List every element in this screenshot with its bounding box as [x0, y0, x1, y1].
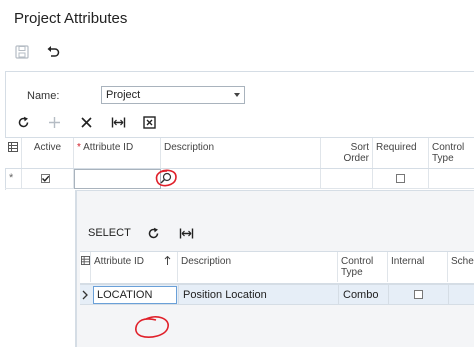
lower-col-description[interactable]: Description: [178, 252, 338, 282]
name-label: Name:: [27, 90, 60, 102]
row-description[interactable]: Position Location: [183, 289, 267, 301]
cell-divider: [388, 285, 389, 304]
lower-col-internal[interactable]: Internal: [388, 252, 448, 282]
col-required[interactable]: Required: [373, 138, 429, 168]
name-select-value: Project: [106, 89, 141, 101]
lower-grid-settings-cell[interactable]: [80, 252, 91, 282]
attribute-id-input[interactable]: [74, 169, 161, 189]
page-title: Project Attributes: [14, 10, 128, 27]
checkmark-icon: [42, 175, 50, 182]
top-grid-header: Active * Attribute ID Description Sort O…: [5, 137, 474, 169]
lower-grid-header: Attribute ID Description Control Type In…: [80, 251, 474, 284]
lower-grid-settings-icon[interactable]: [81, 256, 90, 265]
export-excel-icon[interactable]: [143, 116, 156, 129]
new-row-marker: *: [5, 169, 22, 189]
row-control-type[interactable]: Combo: [343, 289, 378, 301]
control-type-cell[interactable]: [429, 169, 474, 189]
col-description[interactable]: Description: [161, 138, 321, 168]
name-select[interactable]: Project: [101, 86, 245, 104]
lower-fit-columns-icon[interactable]: [179, 227, 194, 240]
grid-settings-cell[interactable]: [5, 138, 22, 168]
internal-checkbox[interactable]: [414, 290, 423, 299]
cell-divider: [338, 285, 339, 304]
select-button[interactable]: SELECT: [88, 227, 131, 239]
left-column-filler: [5, 190, 76, 347]
chevron-down-icon[interactable]: [234, 93, 240, 97]
attribute-id-cell[interactable]: LOCATION: [93, 286, 177, 304]
col-sort-order[interactable]: Sort Order: [321, 138, 373, 168]
description-cell[interactable]: [161, 169, 321, 189]
required-cell[interactable]: [373, 169, 429, 189]
col-control-type[interactable]: Control Type: [429, 138, 474, 168]
lower-col-attribute-id[interactable]: Attribute ID: [91, 252, 178, 282]
col-active[interactable]: Active: [22, 138, 74, 168]
row-selector-icon: [82, 290, 88, 300]
active-cell[interactable]: [22, 169, 74, 189]
col-attribute-id[interactable]: * Attribute ID: [74, 138, 161, 168]
lower-col-control-type[interactable]: Control Type: [338, 252, 388, 282]
cell-divider: [448, 285, 449, 304]
lower-col-schema[interactable]: Schem: [448, 252, 474, 282]
required-checkbox[interactable]: [396, 174, 405, 183]
lower-refresh-icon[interactable]: [147, 227, 160, 240]
refresh-icon[interactable]: [17, 116, 30, 129]
delete-row-icon[interactable]: [80, 116, 93, 129]
grid-settings-icon[interactable]: [8, 142, 18, 152]
required-marker: *: [77, 142, 81, 153]
save-icon[interactable]: [15, 45, 29, 59]
lower-col-attribute-id-label: Attribute ID: [94, 256, 145, 267]
col-attribute-id-label: Attribute ID: [83, 142, 134, 153]
sort-ascending-icon[interactable]: [164, 256, 171, 265]
undo-icon[interactable]: [46, 45, 60, 59]
active-checkbox[interactable]: [41, 174, 50, 183]
cell-divider: [178, 285, 179, 304]
add-row-icon[interactable]: [48, 116, 61, 129]
fit-columns-icon[interactable]: [111, 116, 126, 129]
sort-order-cell[interactable]: [321, 169, 373, 189]
row-attribute-id: LOCATION: [97, 289, 153, 301]
